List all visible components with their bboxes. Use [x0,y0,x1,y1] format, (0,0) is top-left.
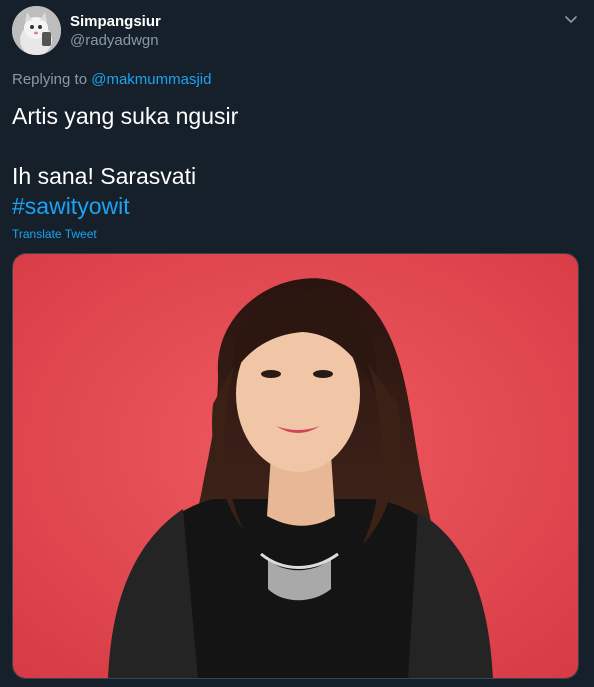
translate-tweet-link[interactable]: Translate Tweet [12,227,97,241]
tweet-text-line: Ih sana! Sarasvati [12,163,197,189]
tweet-text-line: Artis yang suka ngusir [12,103,239,129]
mention-link[interactable]: @makmummasjid [91,71,211,88]
tweet: Simpangsiur @radyadwgn Replying to @makm… [0,0,594,687]
chevron-down-icon[interactable] [562,10,580,28]
user-names: Simpangsiur @radyadwgn [70,12,161,51]
display-name[interactable]: Simpangsiur [70,12,161,31]
replying-to: Replying to @makmummasjid [12,71,211,88]
user-handle[interactable]: @radyadwgn [70,31,161,51]
hashtag-link[interactable]: #sawityowit [12,191,572,221]
tweet-text: Artis yang suka ngusir Ih sana! Sarasvat… [12,101,572,221]
photo-image [13,254,578,678]
avatar[interactable] [12,6,61,55]
line-spacer [12,131,572,161]
tweet-photo[interactable] [12,253,579,679]
tweet-header: Simpangsiur @radyadwgn [12,6,582,58]
replying-prefix: Replying to [12,71,88,88]
